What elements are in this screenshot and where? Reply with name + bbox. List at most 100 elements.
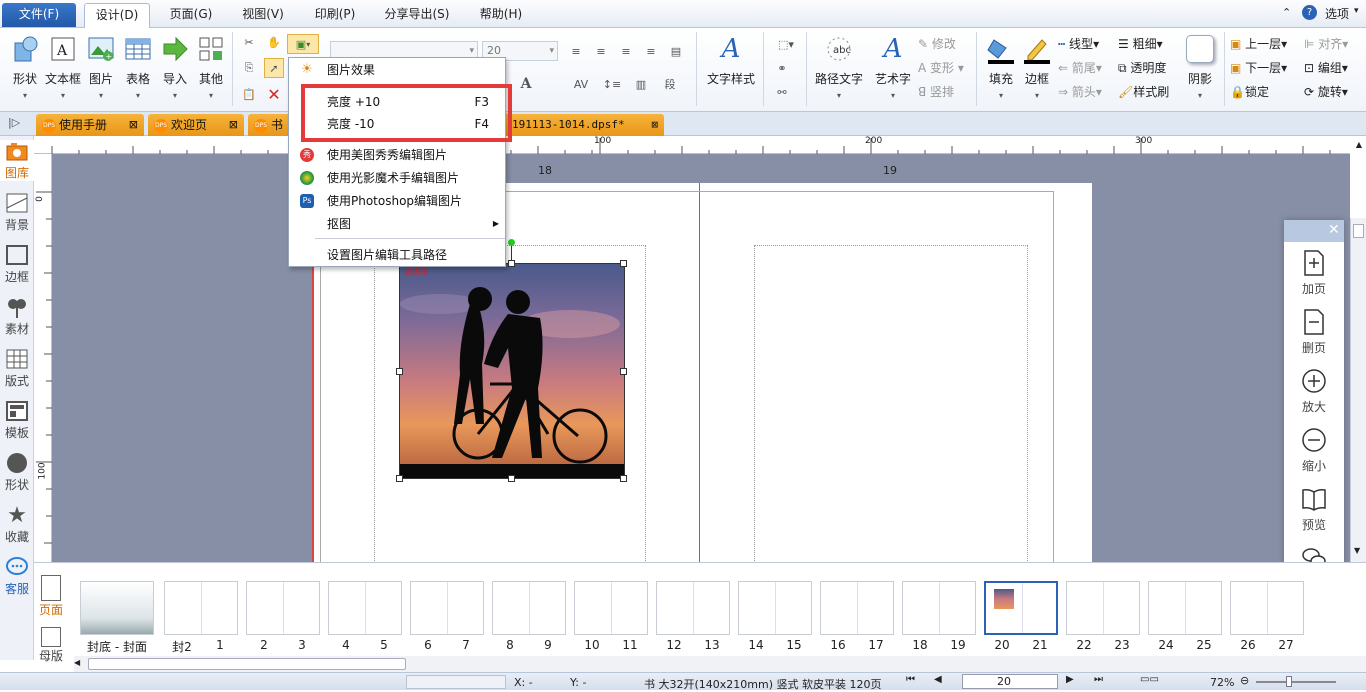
scroll-thumb[interactable] <box>1353 224 1364 238</box>
text-frame-right[interactable] <box>754 245 1028 575</box>
thumbnail-spread[interactable] <box>1148 581 1222 635</box>
sidebar-item-gallery[interactable]: 图库 <box>0 140 34 181</box>
send-backward-button[interactable]: ▣ 下一层▾ <box>1230 58 1287 78</box>
deform-button[interactable]: A 变形 ▾ <box>918 58 964 78</box>
page-select[interactable]: 20 <box>962 674 1058 689</box>
zoom-slider-thumb[interactable] <box>1286 676 1292 687</box>
close-icon[interactable]: ⊠ <box>229 114 238 136</box>
textbox-button[interactable]: A 文本框 ▾ <box>44 34 82 100</box>
menu-help[interactable]: 帮助(H) <box>470 3 532 27</box>
sidebar-item-material[interactable]: 素材 <box>0 296 34 337</box>
table-button[interactable]: 表格 ▾ <box>119 34 157 100</box>
zoom-slider[interactable] <box>1256 681 1336 683</box>
sidebar-item-shape[interactable]: 形状 <box>0 452 34 493</box>
menu-page[interactable]: 页面(G) <box>160 3 222 27</box>
thumbnail-spread[interactable] <box>410 581 484 635</box>
next-page-icon[interactable]: ▶ <box>1066 674 1074 685</box>
align-right-icon[interactable]: ≡ <box>616 41 636 61</box>
options-menu[interactable]: 选项 <box>1325 5 1349 22</box>
char-spacing-icon[interactable]: AV <box>566 74 596 94</box>
thumbnail-spread[interactable] <box>492 581 566 635</box>
close-icon[interactable]: ⊠ <box>651 114 658 136</box>
delete-icon[interactable]: ✕ <box>264 84 284 104</box>
other-button[interactable]: 其他 ▾ <box>192 34 230 100</box>
scroll-left-icon[interactable]: ◀ <box>74 658 80 667</box>
shape-button[interactable]: 形状 ▾ <box>6 34 44 100</box>
unlink-icon[interactable]: ⚯ <box>772 82 792 102</box>
art-word-button[interactable]: A 艺术字 ▾ <box>872 34 914 100</box>
menu-item-picture-effect[interactable]: ☀ 图片效果 <box>289 59 505 81</box>
menu-item-meitu[interactable]: 秀使用美图秀秀编辑图片 <box>289 144 505 166</box>
transparency-button[interactable]: ⧉ 透明度 <box>1118 58 1166 78</box>
sidebar-item-favorites[interactable]: ★ 收藏 <box>0 503 34 545</box>
lock-button[interactable]: 🔒锁定 <box>1230 82 1269 102</box>
fill-button[interactable]: 填充 ▾ <box>982 34 1020 100</box>
align-center-icon[interactable]: ≡ <box>591 41 611 61</box>
scroll-up-icon[interactable]: ▲ <box>1352 136 1366 154</box>
tab-active-document[interactable]: 191113-1014.dpsf* ⊠ <box>500 114 664 136</box>
resize-handle[interactable] <box>620 475 627 482</box>
arrow-head-button[interactable]: ⇒ 箭头▾ <box>1058 82 1102 102</box>
resize-handle[interactable] <box>508 475 515 482</box>
thumbnail-spread[interactable] <box>738 581 812 635</box>
line-weight-button[interactable]: ☰ 粗细▾ <box>1118 34 1163 54</box>
import-button[interactable]: 导入 ▾ <box>156 34 194 100</box>
thumbnail-spread[interactable] <box>246 581 320 635</box>
expand-panel-icon[interactable]: |▷ <box>8 116 20 129</box>
menu-file[interactable]: 文件(F) <box>2 3 76 27</box>
menu-item-guangying[interactable]: 使用光影魔术手编辑图片 <box>289 167 505 189</box>
paste-icon[interactable]: 📋 <box>239 84 259 104</box>
modify-button[interactable]: ✎ 修改 <box>918 34 956 54</box>
sidebar-item-support[interactable]: 客服 <box>0 556 34 597</box>
copy-icon[interactable]: ⎘ <box>239 58 259 78</box>
arrow-tail-button[interactable]: ⇐ 箭尾▾ <box>1058 58 1102 78</box>
rotate-handle[interactable] <box>508 239 515 246</box>
columns-icon[interactable]: ▥ <box>628 74 654 94</box>
tab-master[interactable]: 母版 <box>36 627 66 664</box>
resize-handle[interactable] <box>508 260 515 267</box>
resize-handle[interactable] <box>620 260 627 267</box>
group-button[interactable]: ⊡ 编组▾ <box>1304 58 1348 78</box>
delete-page-button[interactable]: 删页 <box>1284 309 1344 356</box>
menu-item-cutout[interactable]: 抠图 ▶ <box>289 213 505 235</box>
align-button[interactable]: ⊫ 对齐▾ <box>1304 34 1348 54</box>
bring-forward-button[interactable]: ▣ 上一层▾ <box>1230 34 1287 54</box>
thumbnail-spread[interactable] <box>1066 581 1140 635</box>
align-justify-icon[interactable]: ≡ <box>641 41 661 61</box>
close-icon[interactable]: ⊠ <box>129 114 138 136</box>
link-icon[interactable]: ⚭ <box>772 58 792 78</box>
last-page-icon[interactable]: ⏭ <box>1094 674 1103 685</box>
menu-item-photoshop[interactable]: Ps 使用Photoshop编辑图片 <box>289 190 505 212</box>
line-spacing-icon[interactable]: ↕≡ <box>600 74 624 94</box>
tab-welcome[interactable]: DPS 欢迎页 ⊠ <box>148 114 244 136</box>
sidebar-item-background[interactable]: 背景 <box>0 192 34 233</box>
horizontal-scrollbar[interactable]: ◀ <box>74 656 1366 672</box>
close-icon[interactable]: ✕ <box>1328 222 1340 238</box>
thumbnail-spread[interactable] <box>902 581 976 635</box>
resize-handle[interactable] <box>396 475 403 482</box>
zoom-out-icon[interactable]: ⊖ <box>1240 674 1249 687</box>
resize-handle[interactable] <box>396 368 403 375</box>
zoom-out-button[interactable]: 缩小 <box>1284 427 1344 474</box>
tab-pages[interactable]: 页面 <box>36 575 66 618</box>
rotate-button[interactable]: ⟳ 旋转▾ <box>1304 82 1348 102</box>
shadow-button[interactable]: 阴影 ▾ <box>1180 34 1220 100</box>
first-page-icon[interactable]: ⏮ <box>906 674 915 685</box>
add-page-button[interactable]: 加页 <box>1284 250 1344 297</box>
thumbnail-spread[interactable] <box>164 581 238 635</box>
align-left-icon[interactable]: ≡ <box>566 41 586 61</box>
menu-print[interactable]: 印刷(P) <box>304 3 366 27</box>
zoom-in-button[interactable]: 放大 <box>1284 368 1344 415</box>
sidebar-item-layout[interactable]: 版式 <box>0 348 34 389</box>
thumbnail-cover[interactable] <box>80 581 154 635</box>
menu-item-set-tool-path[interactable]: 设置图片编辑工具路径 <box>289 244 505 266</box>
resize-handle[interactable] <box>620 368 627 375</box>
link-frame-icon[interactable]: ⬚▾ <box>772 34 800 54</box>
chevron-down-icon[interactable]: ▾ <box>1354 6 1359 16</box>
menu-view[interactable]: 视图(V) <box>232 3 294 27</box>
prev-page-icon[interactable]: ◀ <box>934 674 942 685</box>
scroll-down-icon[interactable]: ▼ <box>1354 546 1360 555</box>
border-button[interactable]: 边框 ▾ <box>1018 34 1056 100</box>
preview-button[interactable]: 预览 <box>1284 486 1344 533</box>
help-icon[interactable]: ? <box>1302 5 1317 20</box>
